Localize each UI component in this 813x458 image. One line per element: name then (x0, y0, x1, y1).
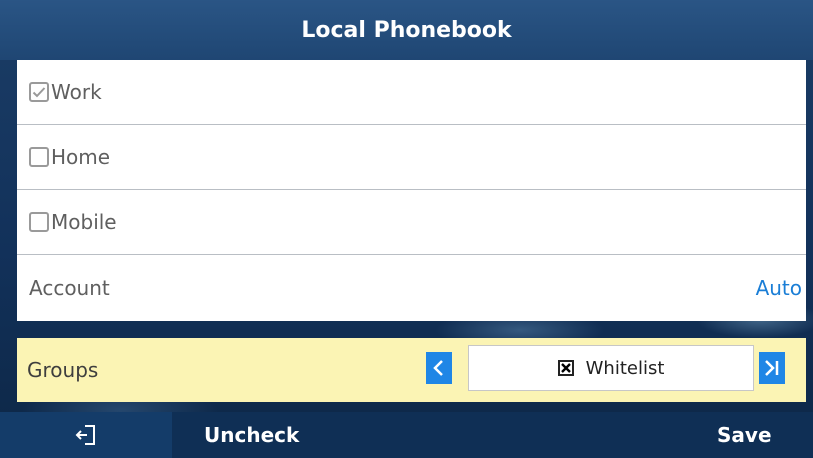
x-mark-icon (560, 363, 571, 373)
option-row-home[interactable]: Home (17, 125, 806, 190)
checkbox-work[interactable] (29, 82, 49, 102)
checkbox-mobile[interactable] (29, 212, 49, 232)
next-group-button[interactable] (759, 352, 785, 384)
save-softkey[interactable]: Save (717, 412, 772, 458)
group-checkbox[interactable] (557, 360, 574, 376)
back-softkey[interactable] (0, 412, 172, 458)
groups-label: Groups (27, 358, 99, 382)
exit-icon (75, 425, 95, 445)
option-label-mobile: Mobile (51, 210, 117, 234)
previous-group-button[interactable] (426, 352, 452, 384)
chevron-left-icon (433, 360, 443, 376)
option-row-work[interactable]: Work (17, 60, 806, 125)
option-row-mobile[interactable]: Mobile (17, 190, 806, 255)
account-row[interactable]: Account Auto (17, 255, 806, 321)
account-label: Account (29, 276, 110, 300)
uncheck-softkey[interactable]: Uncheck (204, 412, 299, 458)
account-value[interactable]: Auto (756, 276, 802, 300)
title-bar: Local Phonebook (0, 0, 813, 60)
option-label-home: Home (51, 145, 111, 169)
contact-form-panel: Work Home Mobile Account Auto (17, 60, 806, 321)
checkbox-home[interactable] (29, 147, 49, 167)
group-selected-value: Whitelist (585, 357, 665, 379)
checkmark-icon (32, 87, 46, 98)
page-title: Local Phonebook (301, 17, 512, 43)
option-label-work: Work (51, 80, 102, 104)
chevron-right-end-icon (765, 360, 779, 376)
group-selector[interactable]: Whitelist (468, 345, 754, 391)
